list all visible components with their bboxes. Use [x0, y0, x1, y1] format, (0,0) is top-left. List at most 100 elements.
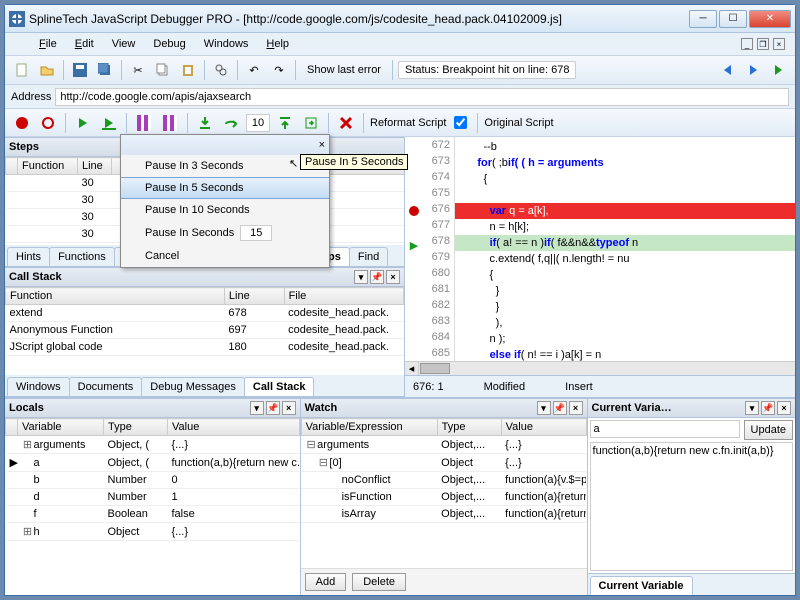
panel-close-icon[interactable]: × — [569, 401, 583, 415]
step-return-icon[interactable] — [300, 112, 322, 134]
panel-close-icon[interactable]: × — [386, 270, 400, 284]
open-file-icon[interactable] — [36, 59, 58, 81]
find-icon[interactable] — [210, 59, 232, 81]
table-row[interactable]: ⊟[0]Object{...} — [301, 454, 586, 472]
table-row[interactable]: ⊞hObject{...} — [6, 523, 300, 541]
save-all-icon[interactable] — [94, 59, 116, 81]
horizontal-scrollbar[interactable]: ◂ — [405, 361, 795, 375]
pause-5s-item[interactable]: Pause In 5 Seconds — [121, 177, 329, 199]
table-row[interactable]: isFunctionObject,...function(a){return .… — [301, 489, 586, 506]
panel-menu-icon[interactable]: ▾ — [250, 401, 264, 415]
address-input[interactable] — [55, 88, 789, 106]
watch-delete-button[interactable]: Delete — [352, 573, 406, 591]
pause-cancel-item[interactable]: Cancel — [121, 245, 329, 267]
pause-icon[interactable] — [133, 112, 155, 134]
menu-file[interactable]: File — [31, 36, 65, 52]
new-file-icon[interactable] — [11, 59, 33, 81]
nav-forward-icon[interactable] — [742, 59, 764, 81]
maximize-button[interactable]: ☐ — [719, 10, 747, 28]
panel-close-icon[interactable]: × — [282, 401, 296, 415]
table-row[interactable]: ▶aObject, (function(a,b){return new c. — [6, 454, 300, 472]
code-lines[interactable]: --b for( ;bif( ( h = arguments { var q =… — [455, 137, 795, 361]
tab-current-variable[interactable]: Current Variable — [590, 576, 693, 595]
callstack-title: Call Stack — [9, 271, 62, 283]
tab-documents[interactable]: Documents — [69, 377, 143, 396]
paste-icon[interactable] — [177, 59, 199, 81]
undo-icon[interactable]: ↶ — [243, 59, 265, 81]
tab-find[interactable]: Find — [349, 247, 388, 266]
tab-call-stack[interactable]: Call Stack — [244, 377, 315, 396]
curvar-update-button[interactable]: Update — [744, 420, 793, 440]
panel-pin-icon[interactable]: 📌 — [553, 401, 567, 415]
table-row[interactable]: isArrayObject,...function(a){return ... — [301, 506, 586, 523]
original-script-label[interactable]: Original Script — [484, 117, 553, 129]
col-cs-function[interactable]: Function — [6, 288, 225, 305]
cut-icon[interactable]: ✂ — [127, 59, 149, 81]
table-row[interactable]: JScript global code180codesite_head.pack… — [6, 339, 404, 356]
pause-10s-item[interactable]: Pause In 10 Seconds — [121, 199, 329, 221]
panel-menu-icon[interactable]: ▾ — [745, 401, 759, 415]
panel-pin-icon[interactable]: 📌 — [761, 401, 775, 415]
table-row[interactable]: bNumber0 — [6, 472, 300, 489]
callstack-table[interactable]: FunctionLineFile extend678codesite_head.… — [5, 287, 404, 356]
col-function[interactable]: Function — [18, 158, 78, 175]
mdi-minimize-button[interactable]: _ — [741, 38, 753, 50]
minimize-button[interactable]: ─ — [689, 10, 717, 28]
line-number-gutter: 6726736746756766776786796806816826836846… — [423, 137, 455, 361]
close-button[interactable]: ✕ — [749, 10, 791, 28]
pause-seconds-input[interactable] — [240, 225, 272, 241]
watch-add-button[interactable]: Add — [305, 573, 347, 591]
breakpoint-gutter[interactable]: ▶ — [405, 137, 423, 361]
table-row[interactable]: fBooleanfalse — [6, 506, 300, 523]
table-row[interactable]: ⊟argumentsObject,...{...} — [301, 436, 586, 454]
step-out-icon[interactable] — [274, 112, 296, 134]
table-row[interactable]: Anonymous Function697codesite_head.pack. — [6, 322, 404, 339]
step-count-field[interactable]: 10 — [246, 114, 270, 132]
table-row[interactable]: dNumber1 — [6, 489, 300, 506]
nav-go-icon[interactable] — [767, 59, 789, 81]
record-outline-icon[interactable] — [37, 112, 59, 134]
pause-menu-close-icon[interactable]: × — [319, 139, 325, 151]
menu-help[interactable]: Help — [258, 36, 297, 52]
mdi-close-button[interactable]: × — [773, 38, 785, 50]
debug-toolbar: 10 Reformat Script Original Script — [5, 109, 795, 137]
run-icon[interactable] — [72, 112, 94, 134]
tab-hints[interactable]: Hints — [7, 247, 50, 266]
watch-table[interactable]: Variable/ExpressionTypeValue ⊟argumentsO… — [301, 418, 587, 523]
tab-windows[interactable]: Windows — [7, 377, 70, 396]
menu-windows[interactable]: Windows — [196, 36, 257, 52]
run-marker-icon[interactable] — [98, 112, 120, 134]
copy-icon[interactable] — [152, 59, 174, 81]
locals-table[interactable]: VariableTypeValue ⊞argumentsObject, ({..… — [5, 418, 300, 541]
col-line[interactable]: Line — [78, 158, 112, 175]
tab-debug-messages[interactable]: Debug Messages — [141, 377, 245, 396]
save-icon[interactable] — [69, 59, 91, 81]
panel-menu-icon[interactable]: ▾ — [354, 270, 368, 284]
menu-edit[interactable]: Edit — [67, 36, 102, 52]
pause-timed-icon[interactable] — [159, 112, 181, 134]
step-into-icon[interactable] — [194, 112, 216, 134]
step-over-icon[interactable] — [220, 112, 242, 134]
main-toolbar: ✂ ↶ ↷ Show last error Status: Breakpoint… — [5, 55, 795, 85]
menu-debug[interactable]: Debug — [145, 36, 193, 52]
panel-pin-icon[interactable]: 📌 — [266, 401, 280, 415]
panel-close-icon[interactable]: × — [777, 401, 791, 415]
menu-view[interactable]: View — [104, 36, 144, 52]
record-icon[interactable] — [11, 112, 33, 134]
nav-back-icon[interactable] — [717, 59, 739, 81]
panel-pin-icon[interactable]: 📌 — [370, 270, 384, 284]
curvar-name-input[interactable] — [590, 420, 740, 438]
table-row[interactable]: extend678codesite_head.pack. — [6, 305, 404, 322]
table-row[interactable]: ⊞argumentsObject, ({...} — [6, 436, 300, 454]
mdi-restore-button[interactable]: ❐ — [757, 38, 769, 50]
col-cs-line[interactable]: Line — [224, 288, 284, 305]
stop-icon[interactable] — [335, 112, 357, 134]
redo-icon[interactable]: ↷ — [268, 59, 290, 81]
tab-functions[interactable]: Functions — [49, 247, 115, 266]
code-editor[interactable]: ▶ 67267367467567667767867968068168268368… — [405, 137, 795, 361]
reformat-script-checkbox[interactable] — [454, 116, 467, 129]
col-cs-file[interactable]: File — [284, 288, 403, 305]
panel-menu-icon[interactable]: ▾ — [537, 401, 551, 415]
show-last-error-button[interactable]: Show last error — [301, 62, 387, 78]
table-row[interactable]: noConflictObject,...function(a){v.$=p;..… — [301, 472, 586, 489]
